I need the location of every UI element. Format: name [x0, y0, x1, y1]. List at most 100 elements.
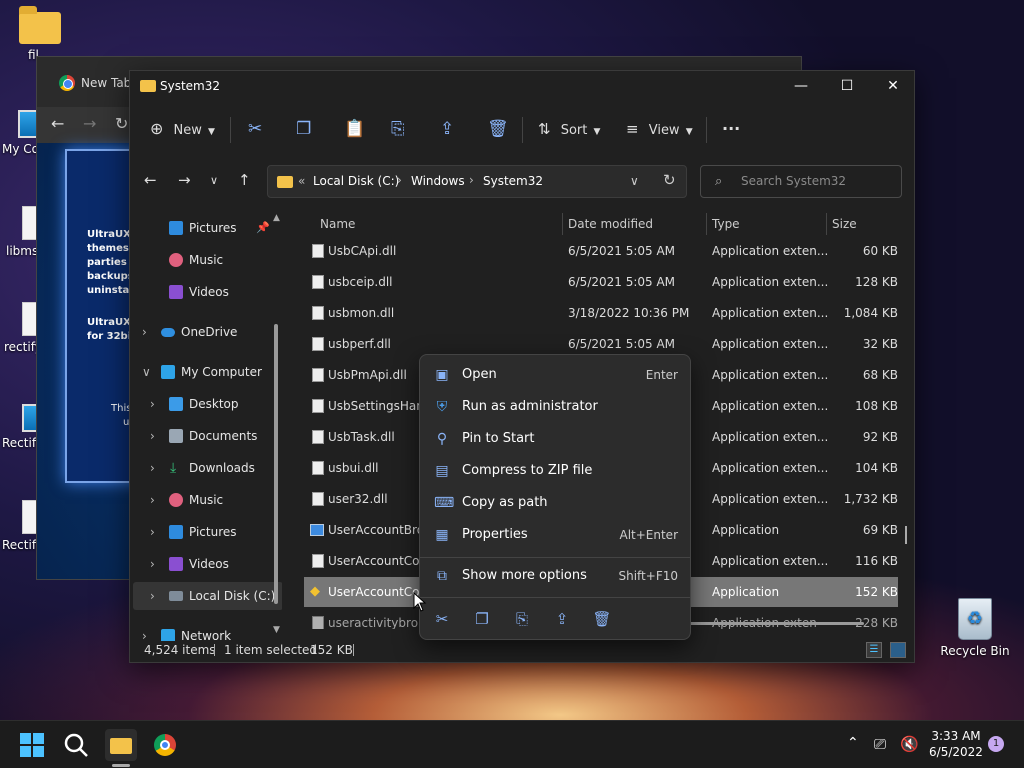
- file-row[interactable]: usbceip.dll 6/5/2021 5:05 AM Application…: [304, 267, 898, 297]
- tiles-view-icon[interactable]: [890, 642, 906, 658]
- network-icon[interactable]: ⎚: [874, 735, 886, 753]
- rename-icon[interactable]: ⎘: [508, 607, 536, 631]
- new-button[interactable]: ⊕ New ▼: [150, 115, 215, 143]
- address-bar[interactable]: « Local Disk (C:) › Windows › System32 ∨…: [267, 165, 687, 198]
- menu-item-run-as-admin[interactable]: ⛨ Run as administrator: [424, 391, 686, 423]
- nav-label: Videos: [189, 285, 229, 299]
- file-row[interactable]: usbmon.dll 3/18/2022 10:36 PM Applicatio…: [304, 298, 898, 328]
- file-explorer-taskbar-button[interactable]: [105, 729, 137, 761]
- column-header-type[interactable]: Type: [712, 211, 740, 237]
- chevron-right-icon[interactable]: ›: [150, 390, 155, 418]
- file-type: Application exten...: [712, 368, 829, 382]
- recent-locations-button[interactable]: ∨: [210, 174, 218, 187]
- menu-item-show-more-options[interactable]: ⧉ Show more options Shift+F10: [424, 560, 686, 592]
- nav-item-desktop[interactable]: › Desktop: [130, 390, 280, 418]
- nav-item-videos[interactable]: Videos: [130, 278, 280, 306]
- column-divider[interactable]: [562, 213, 563, 235]
- minimize-button[interactable]: —: [778, 71, 824, 103]
- nav-scroll-down-icon[interactable]: ▼: [273, 625, 280, 635]
- pin-icon[interactable]: 📌: [256, 214, 270, 242]
- nav-item-pictures[interactable]: Pictures 📌: [130, 214, 280, 242]
- nav-item-music-2[interactable]: › Music: [130, 486, 280, 514]
- menu-item-properties[interactable]: ▦ Properties Alt+Enter: [424, 519, 686, 551]
- desktop-icon-folder[interactable]: fil: [0, 6, 80, 62]
- chevron-right-icon[interactable]: ›: [142, 318, 147, 346]
- column-divider[interactable]: [706, 213, 707, 235]
- column-divider[interactable]: [826, 213, 827, 235]
- copy-icon[interactable]: ❐: [468, 607, 496, 631]
- menu-item-open[interactable]: ▣ Open Enter: [424, 359, 686, 391]
- delete-icon[interactable]: 🗑: [588, 607, 616, 631]
- menu-item-copy-as-path[interactable]: ⌨ Copy as path: [424, 487, 686, 519]
- nav-item-local-disk[interactable]: › Local Disk (C:): [133, 582, 282, 610]
- forward-arrow-icon[interactable]: →: [83, 114, 96, 133]
- view-button[interactable]: ≡ View ▼: [626, 115, 693, 143]
- nav-item-onedrive[interactable]: › OneDrive: [130, 318, 280, 346]
- status-divider: [214, 644, 215, 656]
- breadcrumb-windows[interactable]: Windows: [411, 174, 465, 188]
- file-size: 104 KB: [855, 461, 898, 475]
- chevron-right-icon[interactable]: ›: [150, 454, 155, 482]
- nav-item-pictures-2[interactable]: › Pictures: [130, 518, 280, 546]
- menu-item-pin-to-start[interactable]: ⚲ Pin to Start: [424, 423, 686, 455]
- up-button[interactable]: ↑: [238, 171, 251, 189]
- back-arrow-icon[interactable]: ←: [51, 114, 64, 133]
- rename-button[interactable]: ⎘: [391, 115, 405, 143]
- nav-item-my-computer[interactable]: ∨ My Computer: [130, 358, 280, 386]
- delete-button[interactable]: 🗑: [487, 115, 509, 143]
- more-options-button[interactable]: ···: [722, 115, 740, 143]
- show-hidden-icons-chevron-icon[interactable]: ⌃: [847, 735, 859, 751]
- nav-item-downloads[interactable]: › ⤓ Downloads: [130, 454, 280, 482]
- share-icon[interactable]: ⇪: [548, 607, 576, 631]
- notification-badge[interactable]: 1: [988, 736, 1004, 752]
- overflow-indicator[interactable]: «: [298, 174, 305, 188]
- refresh-icon[interactable]: ↻: [663, 171, 676, 189]
- file-date: 6/5/2021 5:05 AM: [568, 244, 676, 258]
- file-size: 1,084 KB: [843, 306, 898, 320]
- nav-item-documents[interactable]: › Documents: [130, 422, 280, 450]
- folder-icon: [110, 738, 132, 754]
- chrome-taskbar-button[interactable]: [149, 729, 181, 761]
- desktop-icon-recycle-bin[interactable]: ♻ Recycle Bin: [938, 598, 1012, 658]
- start-button[interactable]: [16, 729, 48, 761]
- breadcrumb-system32[interactable]: System32: [483, 174, 543, 188]
- volume-muted-icon[interactable]: 🔇: [900, 735, 919, 753]
- forward-button[interactable]: →: [178, 171, 191, 189]
- dll-file-icon: [312, 275, 324, 289]
- file-name: UsbCApi.dll: [328, 244, 397, 258]
- close-button[interactable]: ✕: [870, 71, 916, 103]
- sort-button[interactable]: ⇅ Sort ▼: [538, 115, 600, 143]
- back-button[interactable]: ←: [144, 171, 157, 189]
- paste-button[interactable]: 📋: [344, 115, 365, 143]
- maximize-button[interactable]: ☐: [824, 71, 870, 103]
- search-button[interactable]: [60, 729, 92, 761]
- chevron-right-icon[interactable]: ›: [150, 422, 155, 450]
- chevron-right-icon[interactable]: ›: [150, 582, 155, 610]
- chevron-down-icon[interactable]: ∨: [630, 174, 639, 188]
- clock[interactable]: 3:33 AM 6/5/2022: [928, 729, 984, 759]
- cut-icon[interactable]: ✂: [428, 607, 456, 631]
- search-input[interactable]: ⌕ Search System32: [700, 165, 902, 198]
- nav-item-music[interactable]: Music: [130, 246, 280, 274]
- column-header-name[interactable]: Name: [320, 211, 355, 237]
- file-type: Application exten...: [712, 275, 829, 289]
- reload-icon[interactable]: ↻: [115, 114, 128, 133]
- chevron-down-icon[interactable]: ∨: [142, 358, 151, 386]
- file-row[interactable]: UsbCApi.dll 6/5/2021 5:05 AM Application…: [304, 236, 898, 266]
- chevron-right-icon[interactable]: ›: [150, 486, 155, 514]
- column-header-date[interactable]: Date modified: [568, 211, 653, 237]
- chrome-tab[interactable]: New Tab: [47, 69, 141, 97]
- nav-scrollbar[interactable]: [274, 324, 278, 604]
- nav-scroll-up-icon[interactable]: ▲: [273, 213, 280, 223]
- details-view-icon[interactable]: ☰: [866, 642, 882, 658]
- share-button[interactable]: ⇪: [440, 115, 454, 143]
- column-header-size[interactable]: Size: [832, 211, 857, 237]
- chevron-right-icon[interactable]: ›: [150, 518, 155, 546]
- chevron-right-icon[interactable]: ›: [150, 550, 155, 578]
- list-scrollbar[interactable]: [905, 526, 907, 544]
- nav-item-videos-2[interactable]: › Videos: [130, 550, 280, 578]
- breadcrumb-local-disk[interactable]: Local Disk (C:): [313, 174, 399, 188]
- menu-item-compress-zip[interactable]: ▤ Compress to ZIP file: [424, 455, 686, 487]
- copy-button[interactable]: ❐: [296, 115, 311, 143]
- cut-button[interactable]: ✂: [248, 115, 262, 143]
